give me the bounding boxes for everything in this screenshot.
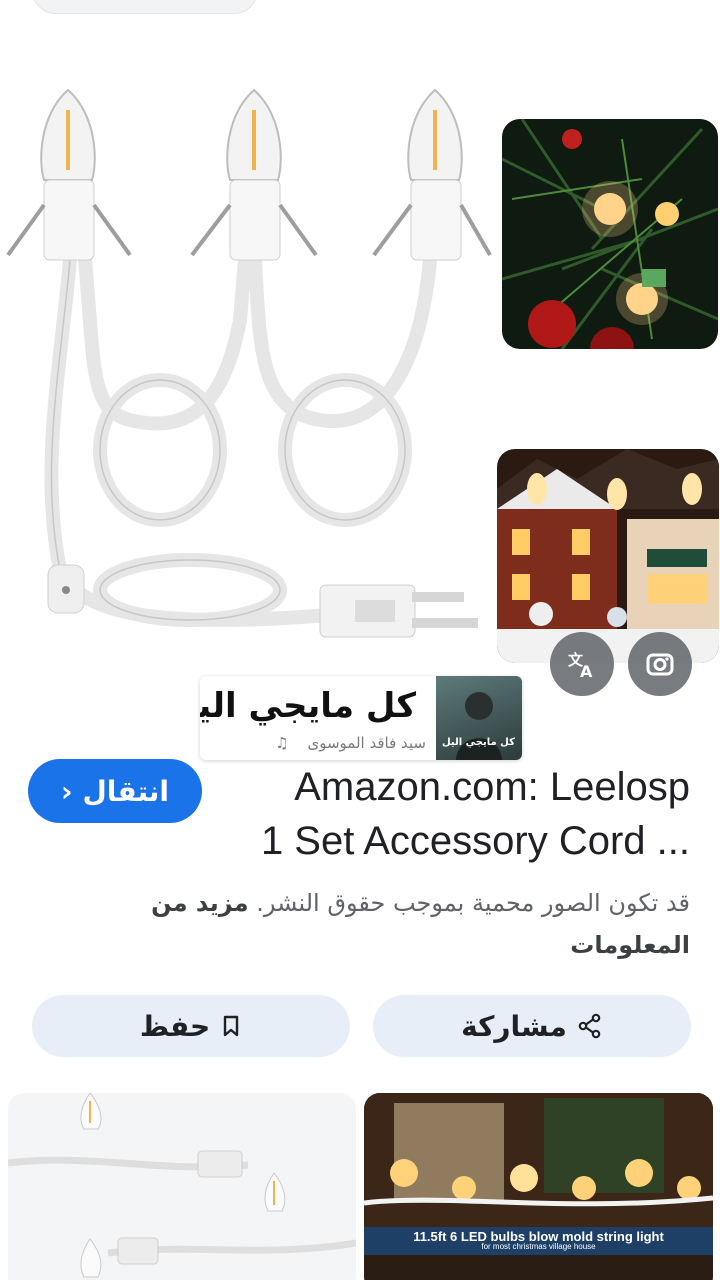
share-icon [578,1013,601,1039]
lens-icon [646,653,674,676]
product-title[interactable]: Amazon.com: Leelosp 1 Set Accessory Cord… [240,760,690,868]
save-label: حفظ [139,1009,211,1043]
product-title-line1: Amazon.com: Leelosp [294,765,690,809]
visit-label: انتقال [82,774,170,808]
result-card-cord[interactable] [8,1093,356,1280]
album-art-text: كل مايجي اليل [442,737,515,748]
save-button[interactable]: حفظ [32,995,350,1057]
share-button[interactable]: مشاركة [373,995,691,1057]
visit-button[interactable]: انتقال ‹ [28,759,202,823]
album-art: كل مايجي اليل [436,676,522,760]
song-title: كل مايجي اليل [200,686,416,726]
result-card-string-light[interactable]: 11.5ft 6 LED bulbs blow mold string ligh… [364,1093,713,1280]
banner-line2: for most christmas village house [481,1242,596,1251]
copyright-notice: قد تكون الصور محمية بموجب حقوق النشر. مز… [40,882,690,966]
copyright-text: قد تكون الصور محمية بموجب حقوق النشر. [256,889,690,917]
translate-icon: 文 A [568,651,593,679]
translate-button[interactable]: 文 A [550,632,614,696]
product-banner: 11.5ft 6 LED bulbs blow mold string ligh… [364,1227,713,1255]
thumbnail-christmas-village[interactable] [497,449,719,663]
top-pill[interactable] [32,0,258,14]
music-note-icon: ♫ [275,734,289,752]
thumbnail-christmas-tree[interactable] [502,119,718,349]
song-artist: سيد فاقد الموسوى ♫ [275,734,426,752]
main-product-image[interactable] [0,70,492,670]
product-title-line2: 1 Set Accessory Cord ... [260,819,690,863]
share-label: مشاركة [461,1009,567,1043]
chevron-left-icon: ‹ [60,774,73,808]
lens-button[interactable] [628,632,692,696]
bookmark-icon [223,1015,239,1037]
music-sticker[interactable]: كل مايجي اليل كل مايجي اليل سيد فاقد الم… [200,676,522,760]
svg-text:A: A [580,662,593,679]
